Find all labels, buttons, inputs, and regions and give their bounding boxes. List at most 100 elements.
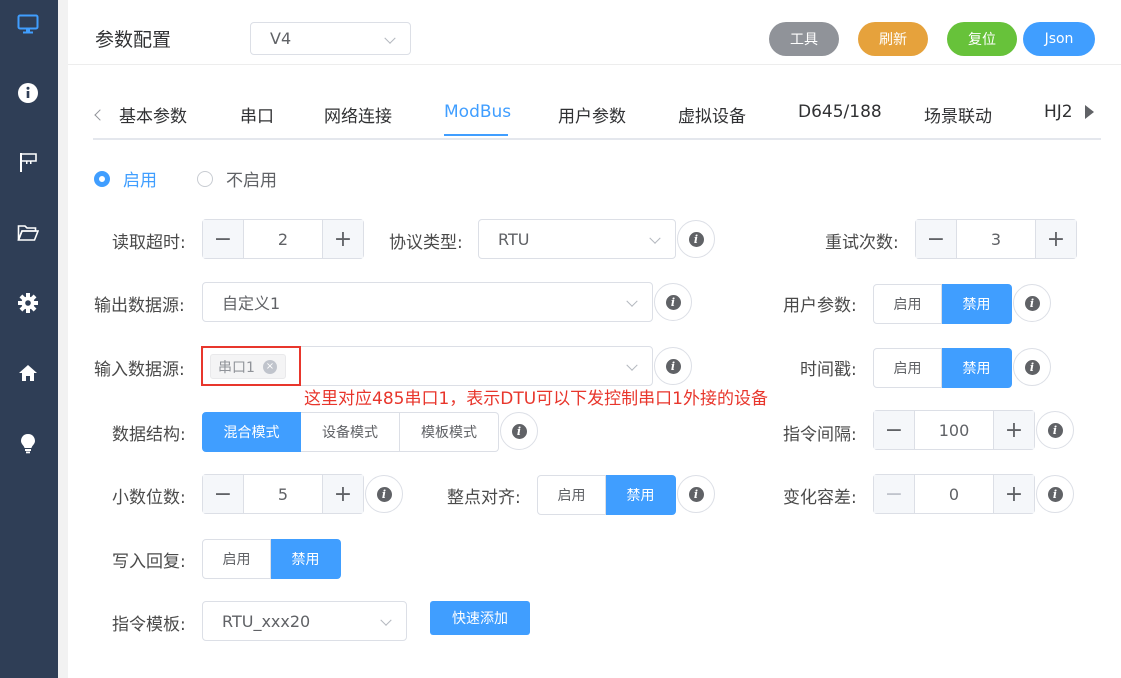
increment-button[interactable]: + [1035, 220, 1076, 258]
decrement-button[interactable]: − [874, 411, 915, 449]
user-params-label: 用户参数: [783, 296, 857, 316]
tab-d645[interactable]: D645/188 [798, 102, 882, 122]
tab-modbus[interactable]: ModBus [444, 102, 511, 122]
chevron-down-icon [649, 232, 661, 244]
decrement-button[interactable]: − [203, 220, 244, 258]
chevron-down-icon [626, 295, 638, 307]
read-timeout-value[interactable]: 2 [244, 220, 322, 258]
enable-option[interactable]: 启用 [873, 348, 942, 388]
radio-disable[interactable]: 不启用 [197, 166, 277, 191]
lightbulb-icon[interactable] [13, 428, 43, 458]
chevron-down-icon [384, 32, 396, 44]
decrement-button[interactable]: − [874, 475, 915, 513]
radio-disable-label: 不启用 [226, 171, 277, 191]
retry-count-label: 重试次数: [825, 233, 899, 253]
tab-serial[interactable]: 串口 [240, 102, 274, 127]
tools-button[interactable]: 工具 [769, 22, 839, 56]
device-mode-option[interactable]: 设备模式 [301, 412, 400, 452]
chevron-left-icon[interactable] [94, 109, 106, 121]
info-icon[interactable]: i [654, 283, 692, 321]
mixed-mode-option[interactable]: 混合模式 [202, 412, 301, 452]
monitor-icon[interactable] [13, 9, 43, 39]
folder-icon[interactable] [13, 218, 43, 248]
protocol-type-label: 协议类型: [389, 233, 463, 253]
cmd-interval-stepper[interactable]: − 100 + [873, 410, 1035, 450]
info-icon[interactable] [13, 78, 43, 108]
info-icon[interactable]: i [1036, 475, 1074, 513]
read-timeout-stepper[interactable]: − 2 + [202, 219, 364, 259]
info-icon[interactable]: i [1013, 348, 1051, 386]
cmd-template-select[interactable]: RTU_xxx20 [202, 601, 407, 641]
json-button[interactable]: Json [1023, 22, 1095, 56]
quick-add-button[interactable]: 快速添加 [430, 601, 530, 635]
main-panel: 参数配置 V4 工具 刷新 复位 Json 基本参数 串口 网络连接 ModBu… [68, 0, 1121, 678]
gear-icon[interactable] [13, 288, 43, 318]
tab-bar: 基本参数 串口 网络连接 ModBus 用户参数 虚拟设备 D645/188 场… [93, 96, 1101, 140]
disable-option[interactable]: 禁用 [942, 284, 1012, 324]
cmd-template-label: 指令模板: [112, 615, 186, 635]
retry-count-value[interactable]: 3 [957, 220, 1035, 258]
info-icon[interactable]: i [1036, 411, 1074, 449]
decimals-stepper[interactable]: − 5 + [202, 474, 364, 514]
annotation-text: 这里对应485串口1，表示DTU可以下发控制串口1外接的设备 [304, 389, 768, 409]
timestamp-toggle: 启用 禁用 [873, 348, 1012, 388]
decimals-value[interactable]: 5 [244, 475, 322, 513]
refresh-button[interactable]: 刷新 [858, 22, 928, 56]
retry-count-stepper[interactable]: − 3 + [915, 219, 1077, 259]
header: 参数配置 V4 工具 刷新 复位 Json [68, 0, 1121, 65]
increment-button[interactable]: + [322, 220, 363, 258]
radio-enable[interactable]: 启用 [94, 166, 157, 191]
info-icon[interactable]: i [500, 412, 538, 450]
sidebar [0, 0, 58, 678]
output-source-select[interactable]: 自定义1 [202, 282, 653, 322]
info-icon[interactable]: i [654, 347, 692, 385]
tab-basic[interactable]: 基本参数 [119, 102, 187, 127]
info-icon[interactable]: i [677, 220, 715, 258]
decrement-button[interactable]: − [203, 475, 244, 513]
disable-option[interactable]: 禁用 [271, 539, 341, 579]
write-reply-toggle: 启用 禁用 [202, 539, 341, 579]
cmd-template-value: RTU_xxx20 [222, 611, 311, 631]
flag-icon[interactable] [13, 147, 43, 177]
timestamp-label: 时间戳: [800, 360, 857, 380]
disable-option[interactable]: 禁用 [942, 348, 1012, 388]
read-timeout-label: 读取超时: [112, 233, 186, 253]
change-tolerance-label: 变化容差: [783, 488, 857, 508]
caret-right-icon[interactable] [1085, 105, 1094, 119]
decrement-button[interactable]: − [916, 220, 957, 258]
tab-hj2[interactable]: HJ2 [1044, 102, 1073, 122]
tab-user-params[interactable]: 用户参数 [558, 102, 626, 127]
cmd-interval-value[interactable]: 100 [915, 411, 993, 449]
page-title: 参数配置 [95, 29, 172, 51]
output-source-value: 自定义1 [222, 294, 281, 313]
protocol-type-value: RTU [498, 229, 530, 249]
enable-option[interactable]: 启用 [873, 284, 942, 324]
info-icon[interactable]: i [365, 475, 403, 513]
cmd-interval-label: 指令间隔: [783, 425, 857, 445]
tab-network[interactable]: 网络连接 [324, 102, 392, 127]
info-icon[interactable]: i [677, 475, 715, 513]
increment-button[interactable]: + [993, 475, 1034, 513]
data-structure-label: 数据结构: [112, 425, 186, 445]
increment-button[interactable]: + [322, 475, 363, 513]
reset-button[interactable]: 复位 [947, 22, 1017, 56]
radio-dot-checked [94, 170, 110, 187]
tab-virtual-device[interactable]: 虚拟设备 [678, 102, 746, 127]
write-reply-label: 写入回复: [112, 552, 186, 572]
enable-option[interactable]: 启用 [202, 539, 271, 579]
gutter [58, 0, 68, 678]
change-tolerance-stepper[interactable]: − 0 + [873, 474, 1035, 514]
tab-scene-linkage[interactable]: 场景联动 [924, 102, 992, 127]
enable-option[interactable]: 启用 [537, 475, 606, 515]
user-params-toggle: 启用 禁用 [873, 284, 1012, 324]
disable-option[interactable]: 禁用 [606, 475, 676, 515]
home-icon[interactable] [13, 358, 43, 388]
radio-enable-label: 启用 [123, 171, 157, 191]
align-hour-label: 整点对齐: [447, 488, 521, 508]
version-select[interactable]: V4 [250, 22, 411, 55]
change-tolerance-value[interactable]: 0 [915, 475, 993, 513]
template-mode-option[interactable]: 模板模式 [400, 412, 499, 452]
protocol-type-select[interactable]: RTU [478, 219, 676, 259]
increment-button[interactable]: + [993, 411, 1034, 449]
info-icon[interactable]: i [1013, 284, 1051, 322]
